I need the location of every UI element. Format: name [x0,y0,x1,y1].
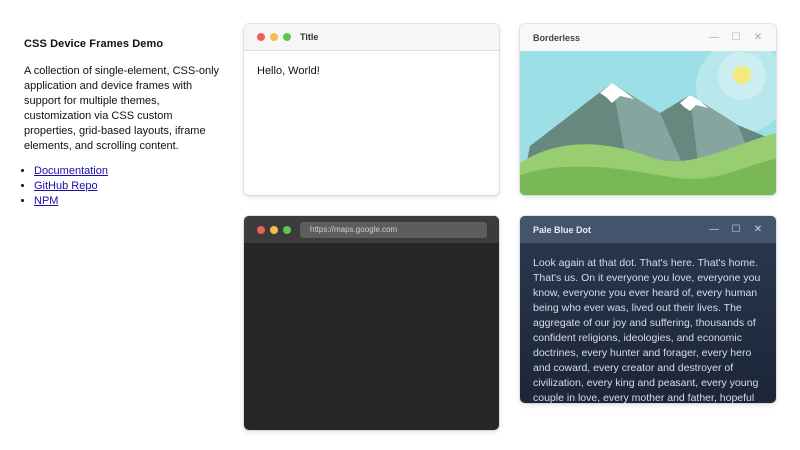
documentation-link[interactable]: Documentation [34,165,108,177]
maximize-icon[interactable]: ☐ [730,32,742,44]
browser-toolbar: https://maps.google.com [244,216,499,243]
traffic-lights [257,33,291,41]
window-title: Pale Blue Dot [533,224,592,235]
minimize-icon[interactable]: — [708,32,720,44]
close-icon[interactable]: ✕ [752,224,764,236]
sidebar: CSS Device Frames Demo A collection of s… [24,38,224,209]
window-titlebar: Borderless — ☐ ✕ [520,24,776,51]
browser-viewport[interactable] [244,243,499,430]
link-list: Documentation GitHub Repo NPM [24,164,224,209]
window-titlebar: Pale Blue Dot — ☐ ✕ [520,216,776,243]
window-controls: — ☐ ✕ [708,224,764,236]
maximize-dot-icon[interactable] [283,33,291,41]
window-content: Hello, World! [257,65,320,77]
landscape-illustration [520,51,776,195]
borderless-window: Borderless — ☐ ✕ [520,24,776,195]
close-icon[interactable]: ✕ [752,32,764,44]
scrolling-text-content[interactable]: Look again at that dot. That's here. Tha… [520,243,776,403]
minimize-dot-icon[interactable] [270,33,278,41]
close-dot-icon[interactable] [257,225,265,234]
github-repo-link[interactable]: GitHub Repo [34,180,98,192]
minimize-dot-icon[interactable] [270,225,278,234]
pale-blue-dot-window: Pale Blue Dot — ☐ ✕ Look again at that d… [520,216,776,403]
maximize-icon[interactable]: ☐ [730,224,742,236]
mac-light-window: Title Hello, World! [244,24,499,195]
window-title: Borderless [533,32,581,43]
close-dot-icon[interactable] [257,33,265,41]
maximize-dot-icon[interactable] [283,225,291,234]
window-titlebar: Title [244,24,499,51]
npm-link[interactable]: NPM [34,195,58,207]
minimize-icon[interactable]: — [708,224,720,236]
traffic-lights [257,225,291,234]
window-title: Title [300,32,319,42]
page-title: CSS Device Frames Demo [24,38,164,50]
dark-browser-window: https://maps.google.com [244,216,499,430]
list-item: Documentation [34,164,224,179]
list-item: NPM [34,194,224,209]
address-bar[interactable]: https://maps.google.com [300,221,487,238]
page-description: A collection of single-element, CSS-only… [24,65,220,152]
window-controls: — ☐ ✕ [708,32,764,44]
list-item: GitHub Repo [34,179,224,194]
